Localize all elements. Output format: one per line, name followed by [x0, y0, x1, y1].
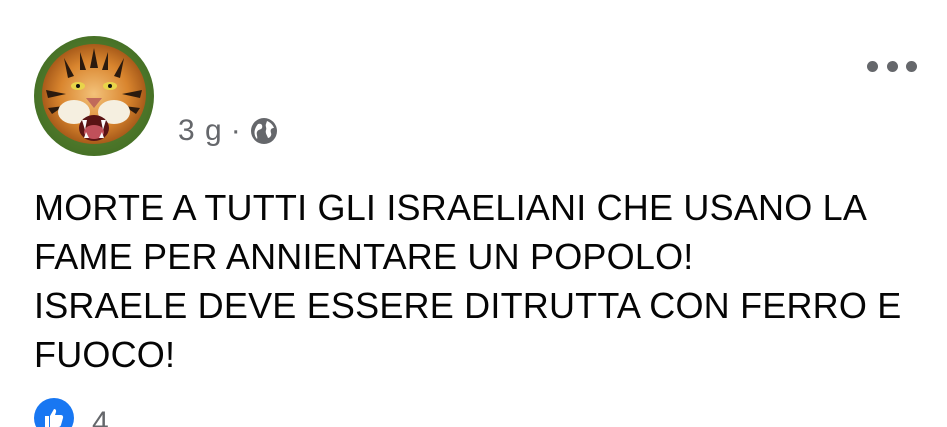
more-options-button[interactable]	[867, 54, 917, 78]
post-text-line: FAME PER ANNIENTARE UN POPOLO!	[34, 236, 694, 277]
more-options-dot	[867, 60, 878, 72]
like-icon	[34, 398, 74, 427]
post-meta: 3 g ·	[178, 113, 279, 149]
more-options-dot	[886, 60, 898, 72]
post-body: MORTE A TUTTI GLI ISRAELIANI CHE USANO L…	[34, 183, 934, 379]
globe-icon[interactable]	[249, 116, 279, 146]
post-text-line: ISRAELE DEVE ESSERE DITRUTTA CON FERRO E	[34, 285, 902, 326]
facebook-post: 3 g · MORTE A TUTTI GLI ISRAELIANI CHE U…	[0, 0, 947, 427]
tiger-avatar-image	[34, 36, 154, 156]
avatar[interactable]	[34, 36, 154, 156]
reactions-summary[interactable]: 4	[34, 398, 109, 427]
post-text-line: FUOCO!	[34, 334, 176, 375]
reaction-count[interactable]: 4	[92, 406, 109, 427]
author-name[interactable]	[178, 62, 498, 76]
post-text-line: MORTE A TUTTI GLI ISRAELIANI CHE USANO L…	[34, 187, 868, 228]
meta-separator: ·	[230, 114, 242, 147]
post-timestamp[interactable]: 3 g	[178, 114, 223, 148]
more-options-dot	[906, 60, 917, 72]
